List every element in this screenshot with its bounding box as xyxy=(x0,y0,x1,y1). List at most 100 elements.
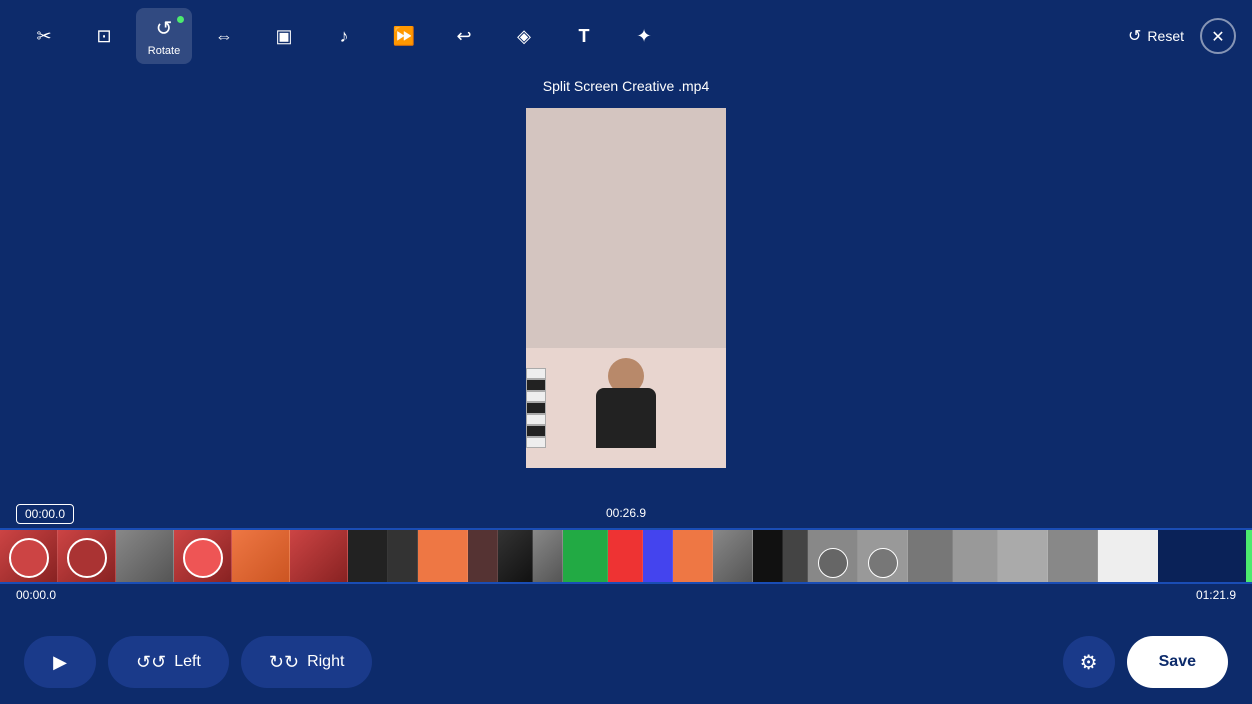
thumb-frame-17 xyxy=(713,530,753,582)
timeline-area: 00:00.0 00:26.9 xyxy=(0,504,1252,604)
thumb-frame-24 xyxy=(998,530,1048,582)
track-segment-7 xyxy=(753,530,808,582)
thumb-frame-26 xyxy=(1098,530,1158,582)
left-button[interactable]: ↺ Left xyxy=(108,636,229,688)
thumb-frame-13 xyxy=(563,530,608,582)
piano-key-4 xyxy=(526,402,546,413)
reset-icon xyxy=(1128,26,1141,46)
track-segment-5 xyxy=(563,530,673,582)
rotate-label: Rotate xyxy=(148,45,180,57)
layer-icon xyxy=(517,26,531,47)
piano-keys xyxy=(526,368,546,448)
piano-key-1 xyxy=(526,368,546,379)
thumb-frame-20 xyxy=(808,530,858,582)
thumb-frame-11 xyxy=(498,530,533,582)
screen-icon xyxy=(275,26,292,47)
thumb-frame-25 xyxy=(1048,530,1098,582)
gear-icon xyxy=(1080,650,1098,675)
tool-speed[interactable] xyxy=(376,8,432,64)
play-button[interactable] xyxy=(24,636,96,688)
bottom-controls: ↺ Left ↻ Right Save xyxy=(0,636,1252,688)
tool-screen[interactable] xyxy=(256,8,312,64)
crop-icon xyxy=(96,26,111,47)
tool-volume[interactable] xyxy=(316,8,372,64)
person-torso xyxy=(596,388,656,448)
time-bottom-right: 01:21.9 xyxy=(1196,588,1236,602)
thumb-frame-14 xyxy=(608,530,643,582)
right-rotate-icon: ↻ xyxy=(269,652,299,673)
thumb-frame-1 xyxy=(0,530,58,582)
track-segment-1 xyxy=(0,530,348,582)
settings-button[interactable] xyxy=(1063,636,1115,688)
piano-key-2 xyxy=(526,379,546,390)
tool-crop[interactable] xyxy=(76,8,132,64)
tool-rotate[interactable]: Rotate xyxy=(136,8,192,64)
track-segment-8 xyxy=(808,530,908,582)
thumb-frame-6 xyxy=(290,530,348,582)
save-label: Save xyxy=(1159,653,1196,671)
thumb-frame-7 xyxy=(348,530,388,582)
thumb-frame-9 xyxy=(418,530,468,582)
active-indicator xyxy=(177,16,184,23)
track-segment-3 xyxy=(418,530,498,582)
scissors-icon xyxy=(36,26,51,47)
person-figure xyxy=(576,358,676,468)
thumb-frame-10 xyxy=(468,530,498,582)
toolbar: Rotate Reset xyxy=(0,0,1252,72)
timeline-top-times: 00:00.0 00:26.9 xyxy=(0,504,1252,528)
thumb-frame-5 xyxy=(232,530,290,582)
thumb-frame-19 xyxy=(783,530,808,582)
track-segment-10 xyxy=(998,530,1098,582)
mirror-icon xyxy=(215,26,233,47)
timeline-end-marker xyxy=(1246,530,1252,582)
timeline-bottom-times: 00:00.0 01:21.9 xyxy=(0,584,1252,602)
speed-icon xyxy=(393,26,415,47)
right-button[interactable]: ↻ Right xyxy=(241,636,373,688)
timeline-track[interactable] xyxy=(0,528,1252,584)
reset-button[interactable]: Reset xyxy=(1116,18,1196,54)
thumb-frame-21 xyxy=(858,530,908,582)
thumb-frame-15 xyxy=(643,530,673,582)
file-name: Split Screen Creative .mp4 xyxy=(543,78,710,94)
rotate-icon xyxy=(156,16,173,41)
thumb-frame-4 xyxy=(174,530,232,582)
close-button[interactable] xyxy=(1200,18,1236,54)
right-label: Right xyxy=(307,653,344,671)
track-segment-4 xyxy=(498,530,563,582)
track-segment-2 xyxy=(348,530,418,582)
effect-icon xyxy=(636,26,651,47)
thumb-frame-8 xyxy=(388,530,418,582)
tool-reverse[interactable] xyxy=(436,8,492,64)
track-segment-11 xyxy=(1098,530,1158,582)
preview-top-half xyxy=(526,108,726,348)
thumb-frame-18 xyxy=(753,530,783,582)
time-current: 00:00.0 xyxy=(16,504,74,524)
time-mid: 00:26.9 xyxy=(600,504,652,522)
reset-label: Reset xyxy=(1147,28,1184,44)
tool-effect[interactable] xyxy=(616,8,672,64)
reverse-icon xyxy=(456,26,471,47)
time-bottom-left: 00:00.0 xyxy=(16,588,56,602)
thumb-frame-16 xyxy=(673,530,713,582)
preview-bottom-half xyxy=(526,348,726,468)
thumb-frame-3 xyxy=(116,530,174,582)
piano-key-3 xyxy=(526,391,546,402)
thumb-frame-12 xyxy=(533,530,563,582)
tool-mirror[interactable] xyxy=(196,8,252,64)
piano-key-7 xyxy=(526,437,546,448)
tool-scissors[interactable] xyxy=(16,8,72,64)
tool-layer[interactable] xyxy=(496,8,552,64)
thumb-frame-23 xyxy=(953,530,998,582)
close-icon xyxy=(1211,26,1224,47)
play-icon xyxy=(53,652,67,673)
text-icon xyxy=(579,26,590,47)
left-label: Left xyxy=(174,653,201,671)
piano-key-6 xyxy=(526,425,546,436)
tool-text[interactable] xyxy=(556,8,612,64)
thumb-frame-2 xyxy=(58,530,116,582)
track-segment-6 xyxy=(673,530,753,582)
volume-icon xyxy=(340,26,349,47)
track-segment-9 xyxy=(908,530,998,582)
preview-container xyxy=(526,108,726,468)
save-button[interactable]: Save xyxy=(1127,636,1228,688)
